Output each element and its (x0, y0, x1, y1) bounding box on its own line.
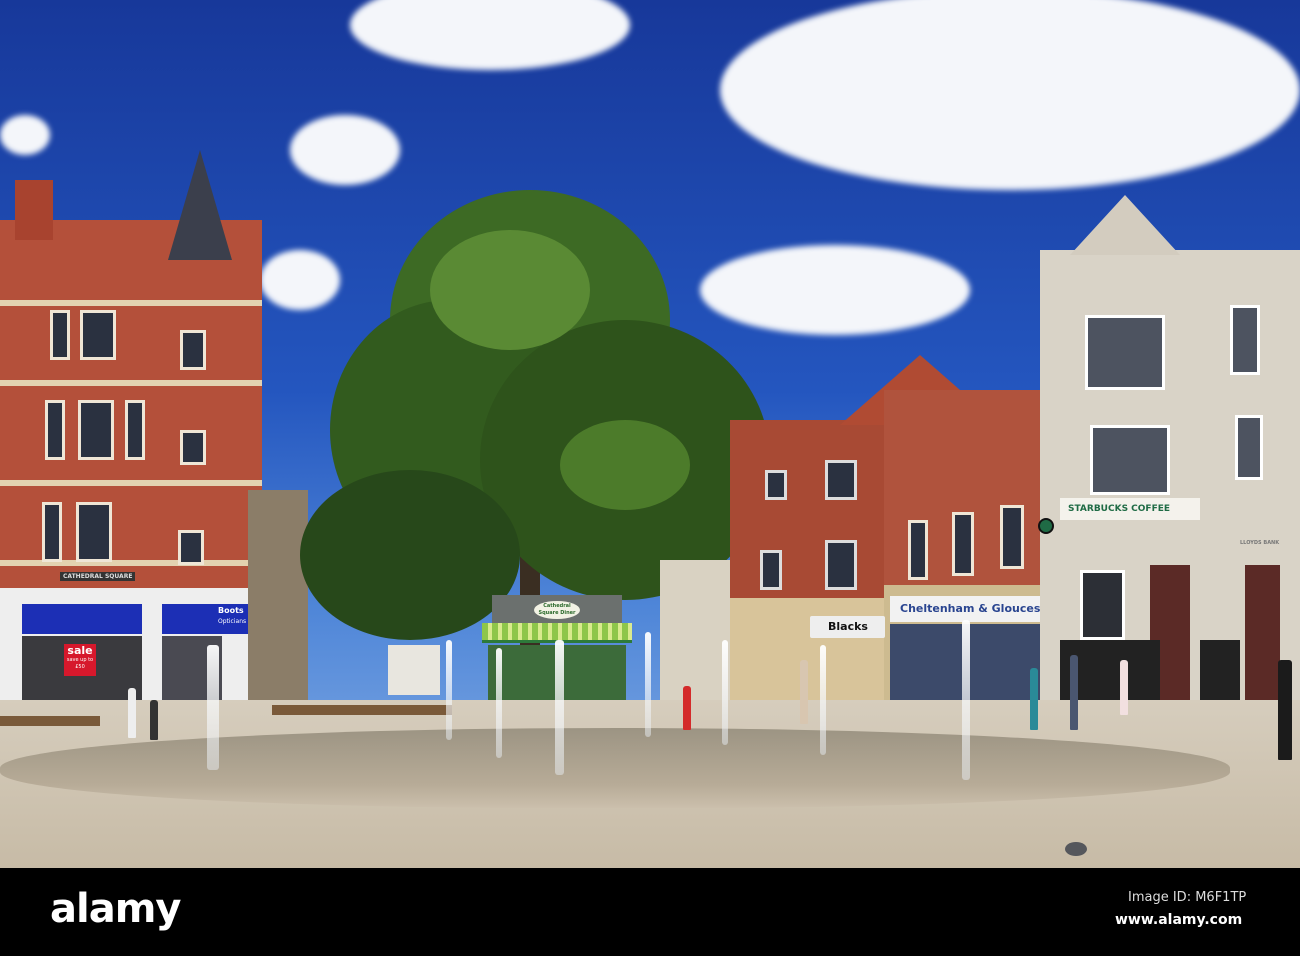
cathedral-square-sign: CATHEDRAL SQUARE (60, 572, 136, 581)
stone-gable (1070, 195, 1180, 255)
person (128, 688, 136, 738)
person (150, 700, 158, 740)
bench (272, 705, 452, 715)
alamy-logo: alamy (50, 886, 181, 932)
fountain-pool (0, 728, 1230, 808)
cloud (290, 115, 400, 185)
fountain-jet (722, 640, 728, 745)
distant-buildings (248, 490, 308, 700)
diner-sign: Cathedral Square Diner (534, 601, 580, 619)
sale-poster: sale save up to £50 (64, 644, 96, 676)
fountain-jet (645, 632, 651, 737)
fountain-jet (207, 645, 219, 770)
fountain-jet (555, 640, 564, 775)
photo-scene: CATHEDRAL SQUARE Boots Opticians sale sa… (0, 0, 1300, 868)
person (1030, 668, 1038, 730)
person (800, 660, 808, 724)
cloud (260, 250, 340, 310)
cloud (350, 0, 630, 70)
starbucks-sign: STARBUCKS COFFEE (1068, 504, 1171, 514)
pigeon (1065, 842, 1087, 856)
person (1120, 660, 1128, 715)
fountain-jet (962, 620, 970, 780)
stone-building-right: STARBUCKS COFFEE LLOYDS BANK (1040, 250, 1300, 700)
boots-logo: Boots (218, 606, 244, 615)
sale-text: sale (67, 644, 93, 657)
fountain-jet (496, 648, 502, 758)
sale-subtext: save up to £50 (66, 657, 94, 670)
cloud (0, 115, 50, 155)
blacks-sign: Blacks (828, 620, 868, 633)
cloud (720, 0, 1300, 190)
fountain-jet (820, 645, 826, 755)
fountain-jet (446, 640, 452, 740)
cheltenham-gloucester-sign: Cheltenham & Gloucester (900, 602, 1059, 615)
red-brick-building-middle (730, 420, 890, 700)
turret-spire (168, 150, 232, 260)
kiosk-white (388, 645, 440, 695)
lloyds-bank-sign: LLOYDS BANK (1240, 540, 1280, 546)
cloud (700, 245, 970, 335)
person (683, 686, 691, 730)
chimney (15, 180, 53, 240)
watermark-bar: alamy Image ID: M6F1TP www.alamy.com (0, 868, 1300, 956)
bench (0, 716, 100, 726)
person (1278, 660, 1292, 760)
person (1070, 655, 1078, 730)
image-id: Image ID: M6F1TP (1128, 890, 1247, 905)
starbucks-hanging-sign (1038, 518, 1054, 534)
opticians-sign: Opticians (218, 618, 247, 625)
alamy-url: www.alamy.com (1115, 912, 1243, 928)
red-brick-building-left (0, 220, 262, 600)
